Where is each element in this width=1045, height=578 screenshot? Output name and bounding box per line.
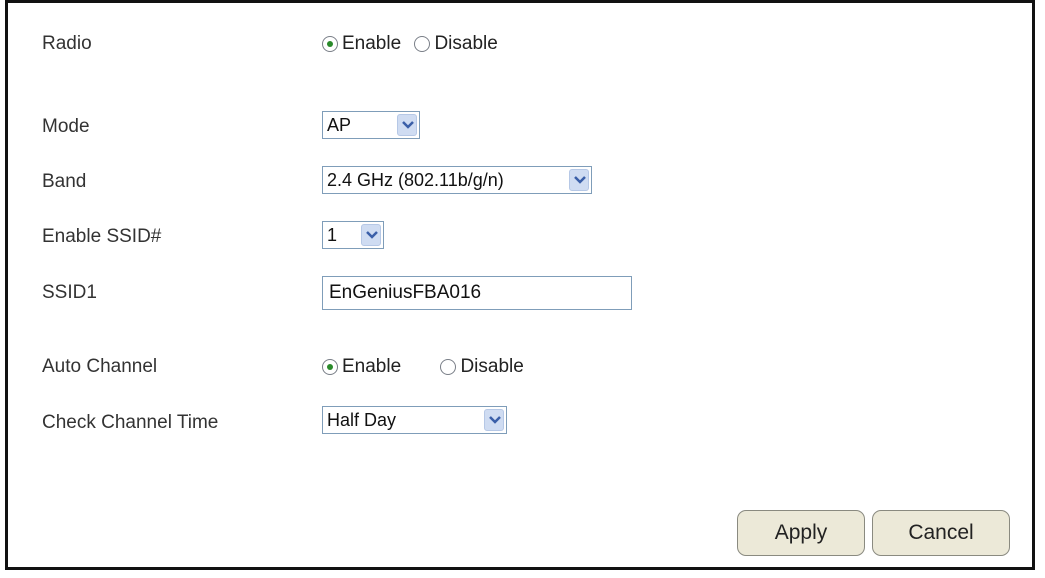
mode-label: Mode bbox=[42, 116, 90, 137]
band-label: Band bbox=[42, 171, 87, 192]
enable-ssid-select-value: 1 bbox=[327, 225, 338, 245]
cancel-button[interactable]: Cancel bbox=[872, 510, 1010, 556]
check-channel-time-select-value: Half Day bbox=[327, 410, 397, 430]
auto-channel-label: Auto Channel bbox=[42, 356, 158, 377]
apply-button[interactable]: Apply bbox=[737, 510, 865, 556]
radio-enable-label: Enable bbox=[342, 33, 402, 54]
radio-label: Radio bbox=[42, 33, 92, 54]
radio-unselected-icon[interactable] bbox=[440, 359, 457, 375]
radio-selected-icon[interactable] bbox=[322, 359, 338, 375]
band-select[interactable]: 2.4 GHz (802.11b/g/n) bbox=[322, 166, 592, 194]
radio-options: Enable Disable bbox=[322, 33, 506, 58]
ssid1-input[interactable]: EnGeniusFBA016 bbox=[322, 276, 632, 310]
auto-channel-disable-option[interactable]: Disable bbox=[440, 356, 524, 378]
chevron-down-icon[interactable] bbox=[361, 224, 381, 246]
check-channel-time-select[interactable]: Half Day bbox=[322, 406, 507, 434]
auto-channel-options: Enable Disable bbox=[322, 356, 532, 381]
check-channel-time-label: Check Channel Time bbox=[42, 412, 219, 433]
chevron-down-icon[interactable] bbox=[569, 169, 589, 191]
radio-disable-label: Disable bbox=[434, 33, 498, 54]
auto-channel-enable-option[interactable]: Enable bbox=[322, 356, 401, 378]
enable-ssid-label: Enable SSID# bbox=[42, 226, 162, 247]
chevron-down-icon[interactable] bbox=[484, 409, 504, 431]
radio-unselected-icon[interactable] bbox=[414, 36, 431, 52]
auto-channel-enable-label: Enable bbox=[342, 356, 402, 377]
enable-ssid-select[interactable]: 1 bbox=[322, 221, 384, 249]
mode-select[interactable]: AP bbox=[322, 111, 420, 139]
radio-selected-icon[interactable] bbox=[322, 36, 338, 52]
mode-select-value: AP bbox=[327, 115, 352, 135]
ssid1-label: SSID1 bbox=[42, 282, 97, 303]
auto-channel-disable-label: Disable bbox=[460, 356, 524, 377]
radio-enable-option[interactable]: Enable bbox=[322, 33, 401, 55]
chevron-down-icon[interactable] bbox=[397, 114, 417, 136]
radio-disable-option[interactable]: Disable bbox=[414, 33, 498, 55]
band-select-value: 2.4 GHz (802.11b/g/n) bbox=[327, 170, 504, 190]
